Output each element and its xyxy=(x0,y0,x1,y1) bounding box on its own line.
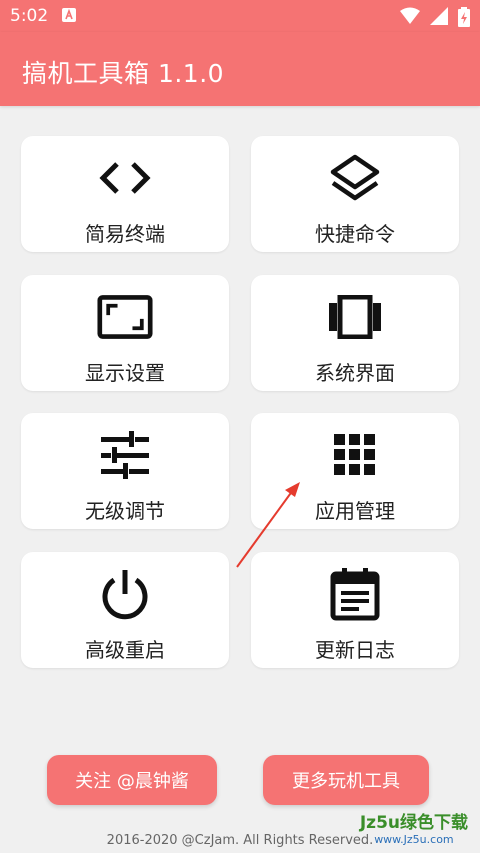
notification-a-icon xyxy=(62,8,76,22)
card-display-settings[interactable]: 显示设置 xyxy=(21,275,229,391)
card-simple-terminal[interactable]: 简易终端 xyxy=(21,136,229,252)
card-changelog[interactable]: 更新日志 xyxy=(251,552,459,668)
card-label: 显示设置 xyxy=(85,361,165,385)
card-label: 更新日志 xyxy=(315,638,395,662)
system-icons xyxy=(400,7,470,27)
card-stepless-adjust[interactable]: 无级调节 xyxy=(21,413,229,529)
card-label: 系统界面 xyxy=(315,361,395,385)
watermark-sub: www.Jz5u.com xyxy=(374,833,454,846)
card-app-management[interactable]: 应用管理 xyxy=(251,413,459,529)
power-icon xyxy=(97,570,153,620)
view-carousel-icon xyxy=(327,293,383,341)
watermark-logo: Jz5u绿色下载 www.Jz5u.com xyxy=(360,808,468,846)
layers-icon xyxy=(327,154,383,202)
card-quick-commands[interactable]: 快捷命令 xyxy=(251,136,459,252)
battery-charging-icon xyxy=(458,7,470,27)
sliders-icon xyxy=(97,431,153,479)
more-tools-button[interactable]: 更多玩机工具 xyxy=(263,755,429,805)
card-label: 高级重启 xyxy=(85,638,165,662)
card-label: 应用管理 xyxy=(315,499,395,523)
card-label: 快捷命令 xyxy=(315,222,395,246)
watermark-main: Jz5u绿色下载 xyxy=(359,813,468,833)
aspect-ratio-icon xyxy=(97,293,153,341)
signal-icon xyxy=(430,7,448,25)
card-advanced-reboot[interactable]: 高级重启 xyxy=(21,552,229,668)
card-system-ui[interactable]: 系统界面 xyxy=(251,275,459,391)
code-brackets-icon xyxy=(97,154,153,202)
status-bar: 5:02 xyxy=(0,0,480,32)
app-bar: 搞机工具箱 1.1.0 xyxy=(0,32,480,106)
status-time: 5:02 xyxy=(10,6,49,26)
apps-grid-icon xyxy=(327,431,383,479)
calendar-notes-icon xyxy=(327,568,383,621)
card-label: 无级调节 xyxy=(85,499,165,523)
app-title: 搞机工具箱 1.1.0 xyxy=(22,59,225,88)
wifi-icon xyxy=(400,7,420,24)
follow-button[interactable]: 关注 @晨钟酱 xyxy=(47,755,217,805)
card-label: 简易终端 xyxy=(85,222,165,246)
